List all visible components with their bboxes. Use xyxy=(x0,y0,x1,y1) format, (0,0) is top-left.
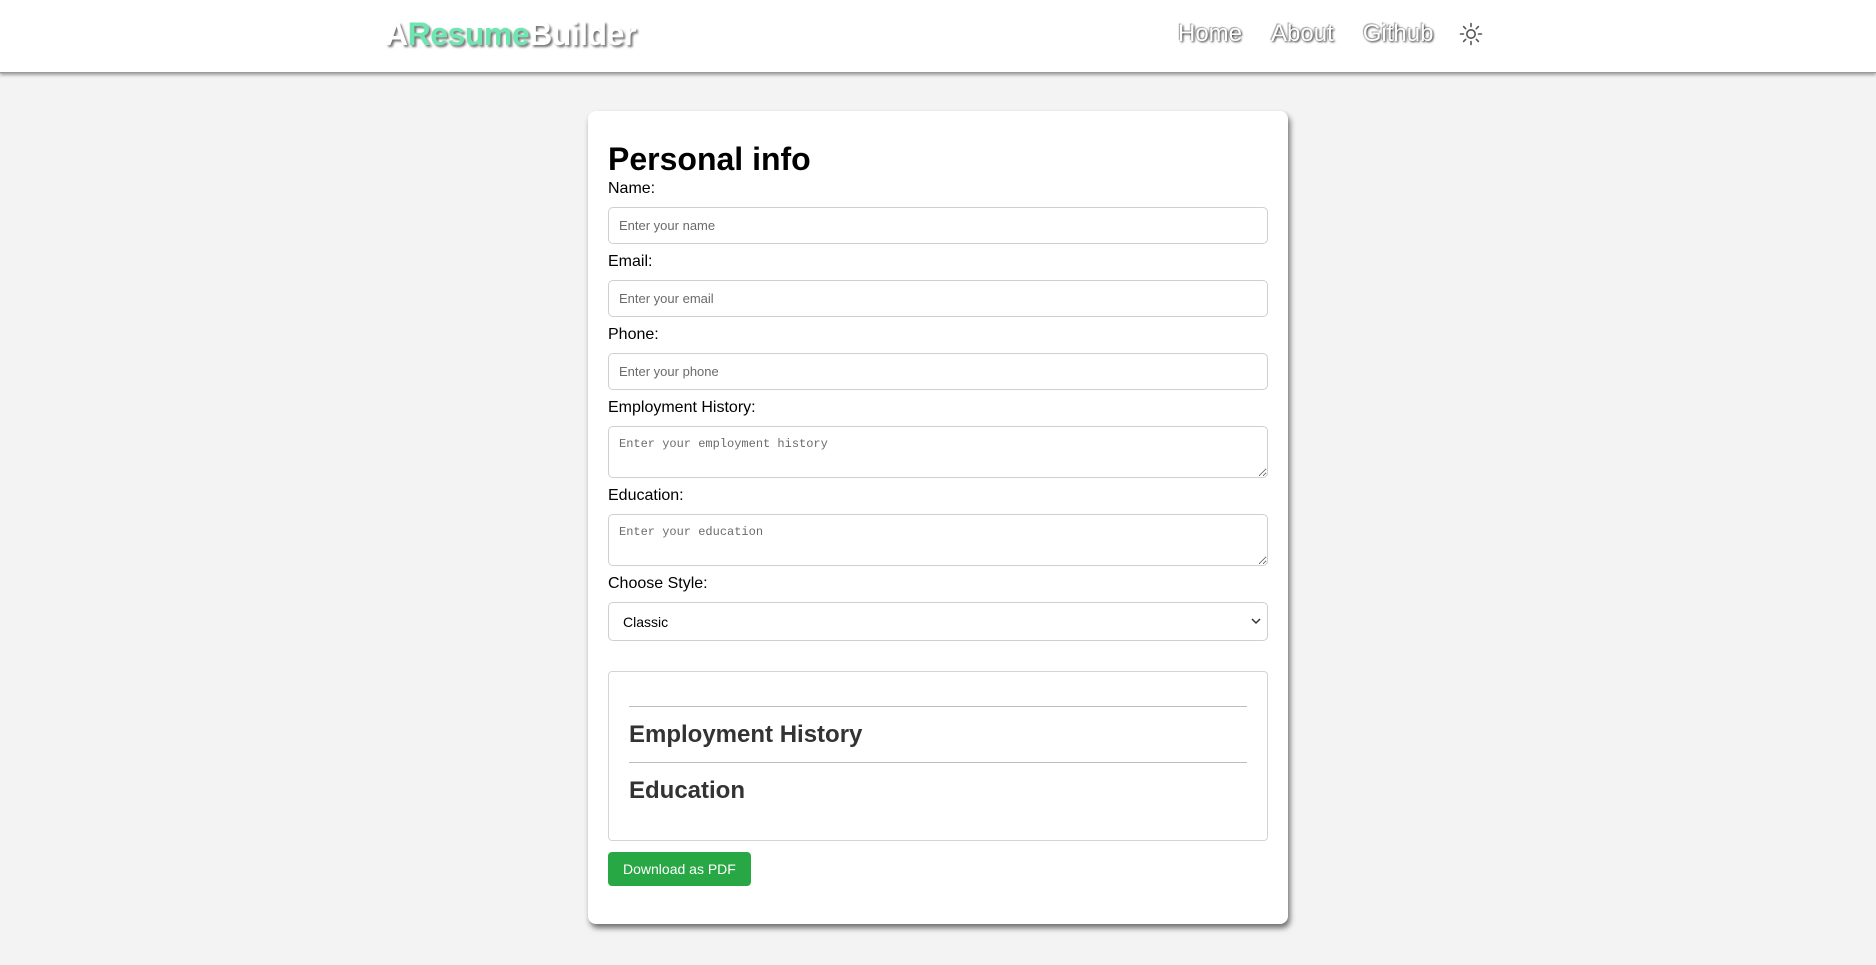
phone-input[interactable] xyxy=(608,353,1268,390)
nav-github-link[interactable]: Github xyxy=(1363,19,1434,49)
nav-links: Home About Github xyxy=(1178,19,1484,49)
logo-part-a: A xyxy=(385,16,408,52)
email-input[interactable] xyxy=(608,280,1268,317)
app-logo[interactable]: AResumeBuilder xyxy=(385,16,636,53)
page-title: Personal info xyxy=(608,141,811,177)
preview-divider xyxy=(629,761,1247,763)
nav-home-link[interactable]: Home xyxy=(1178,19,1242,49)
employment-history-label: Employment History: xyxy=(608,399,756,416)
sun-icon xyxy=(1460,22,1483,46)
name-label: Name: xyxy=(608,180,656,197)
style-select-wrapper: Classic xyxy=(608,602,1268,641)
preview-education-heading: Education xyxy=(629,776,746,804)
email-label: Email: xyxy=(608,253,653,270)
nav-about-link[interactable]: About xyxy=(1271,19,1334,49)
navbar: AResumeBuilder Home About Github xyxy=(0,0,1876,73)
preview-divider xyxy=(629,706,1247,707)
download-pdf-button[interactable]: Download as PDF xyxy=(608,852,751,886)
resume-preview: Employment History Education xyxy=(608,671,1268,841)
education-label: Education: xyxy=(608,487,684,504)
logo-part-builder: Builder xyxy=(529,16,636,52)
theme-toggle-button[interactable] xyxy=(1458,21,1484,47)
style-select[interactable]: Classic xyxy=(608,602,1268,641)
logo-part-resume: Resume xyxy=(407,16,530,52)
name-input[interactable] xyxy=(608,207,1268,244)
phone-label: Phone: xyxy=(608,326,659,343)
preview-employment-heading: Employment History xyxy=(629,721,863,748)
choose-style-label: Choose Style: xyxy=(608,575,708,592)
education-textarea[interactable] xyxy=(608,514,1268,566)
resume-form-card: Personal info Name: Email: Phone: Employ… xyxy=(588,111,1288,924)
employment-history-textarea[interactable] xyxy=(608,426,1268,478)
